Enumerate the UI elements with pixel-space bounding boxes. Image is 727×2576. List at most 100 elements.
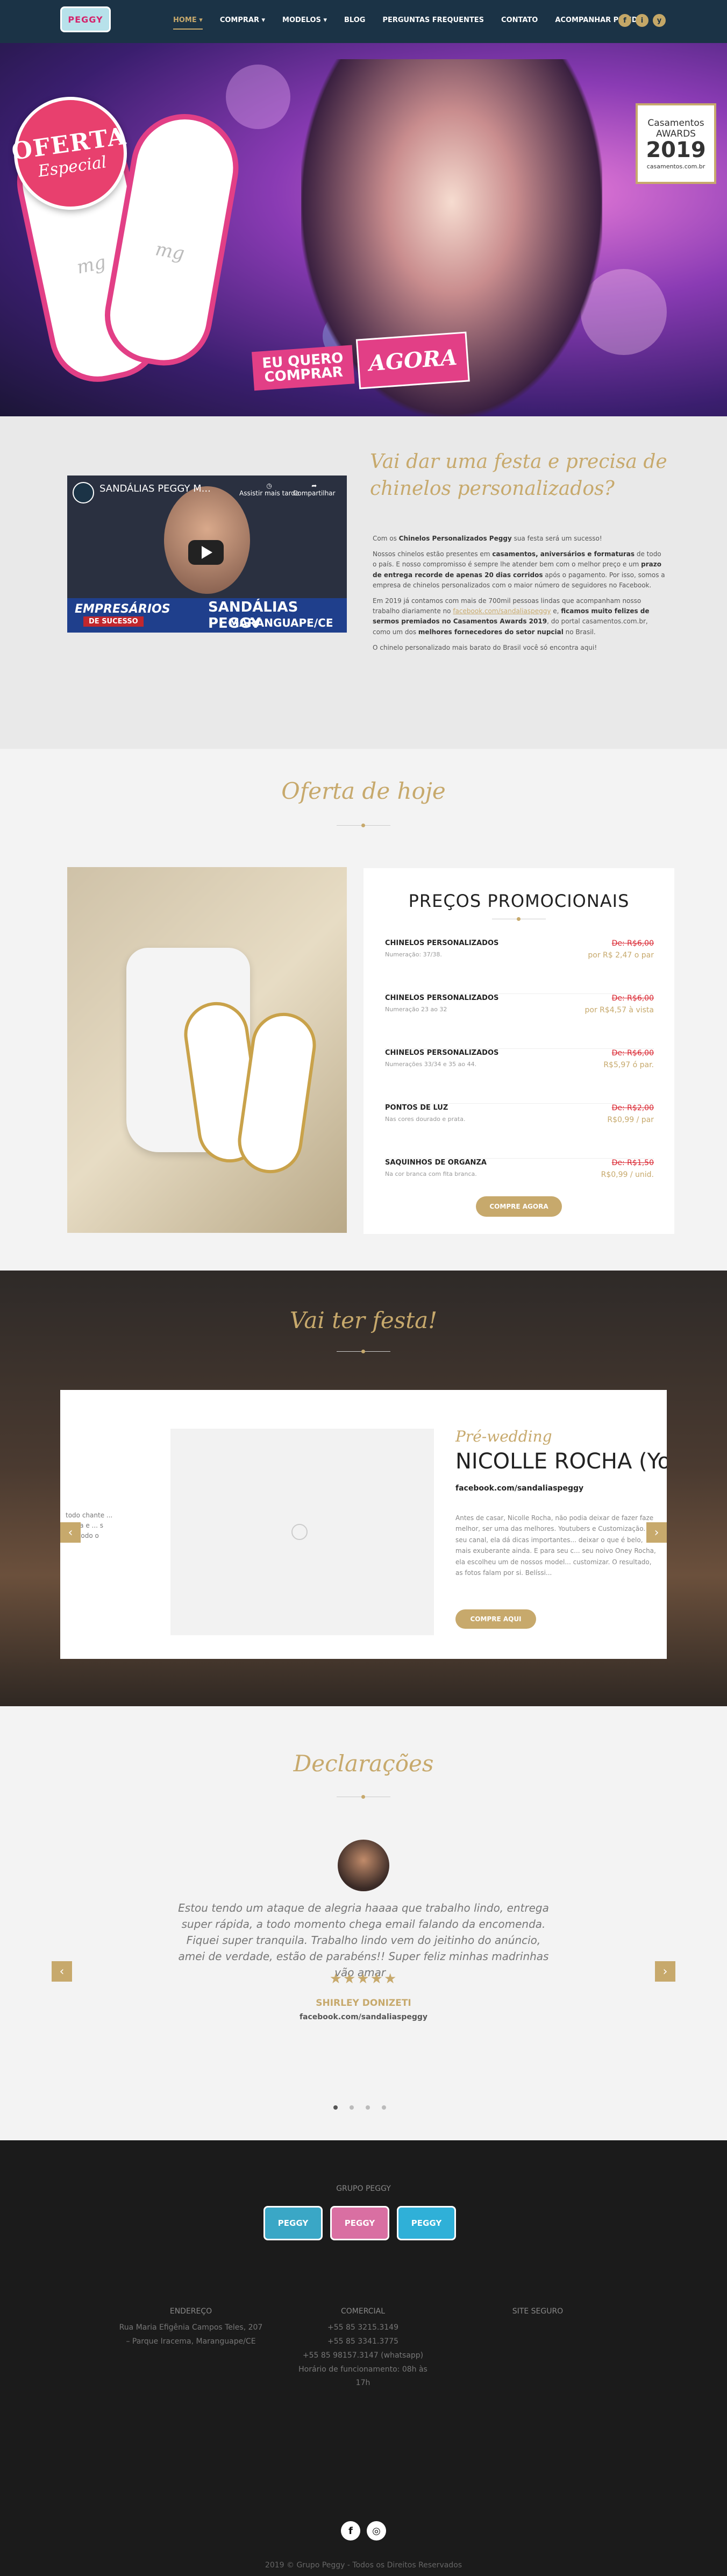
site-footer: GRUPO PEGGY PEGGY PEGGY PEGGY ENDEREÇO R… (0, 2140, 727, 2576)
phone[interactable]: +55 85 3215.3149 (290, 2321, 436, 2335)
award-line1: Casamentos (647, 117, 704, 129)
footer-heading: COMERCIAL (340, 2307, 386, 2316)
testimonial-author: SHIRLEY DONIZETI (316, 1998, 411, 2009)
chevron-left-icon[interactable]: ‹ (60, 1522, 81, 1543)
divider (337, 823, 390, 828)
header-social: f i y (618, 14, 666, 27)
phone[interactable]: +55 85 3341.3775 (290, 2335, 436, 2349)
old-price: De: R$6,00 (611, 994, 654, 1003)
buy-here-button[interactable]: COMPRE AQUI (455, 1609, 536, 1629)
instagram-icon[interactable]: i (636, 14, 648, 27)
video-title: SANDÁLIAS PEGGY M... (99, 483, 211, 494)
group-brands: PEGGY PEGGY PEGGY (263, 2206, 456, 2240)
testimonial-slider: todo chante ... ginha e ... s por todo o… (60, 1390, 667, 1659)
old-price: De: R$6,00 (611, 1049, 654, 1058)
copyright: 2019 © Grupo Peggy - Todos os Direitos R… (265, 2561, 462, 2570)
play-icon[interactable] (188, 540, 224, 565)
video-banner-right-sub: MARANGUAPE/CE (229, 616, 333, 629)
divider (337, 1794, 390, 1800)
text-bold: melhores fornecedores do setor nupcial (418, 628, 564, 636)
text-bold: casamentos, aniversários e formaturas (492, 550, 635, 558)
price-card-title: PREÇOS PROMOCIONAIS (408, 891, 630, 911)
group-label: GRUPO PEGGY (336, 2184, 391, 2193)
logo-text: PEGGY (68, 14, 103, 25)
carousel-dot[interactable] (333, 2105, 338, 2110)
carousel-dot[interactable] (350, 2105, 354, 2110)
old-price: De: R$2,00 (611, 1104, 654, 1112)
price-item-desc: Numerações 33/34 e 35 ao 44. (385, 1061, 477, 1068)
text: Nossos chinelos estão presentes em (373, 550, 493, 558)
intro-title: Vai dar uma festa e precisa de chinelos … (370, 451, 667, 500)
new-price: R$0,99 / par (607, 1116, 654, 1124)
facebook-icon[interactable]: f (341, 2521, 360, 2540)
footer-secure: SITE SEGURO (484, 2305, 591, 2321)
brand-logo[interactable]: PEGGY (263, 2206, 323, 2240)
text: Com os (373, 535, 399, 542)
nav-faq[interactable]: PERGUNTAS FREQUENTES (374, 16, 493, 24)
nav-contato[interactable]: CONTATO (493, 16, 546, 24)
chevron-right-icon[interactable]: › (655, 1961, 675, 1982)
nav-modelos[interactable]: MODELOS ▾ (274, 16, 336, 24)
price-item-name: CHINELOS PERSONALIZADOS (385, 994, 499, 1002)
channel-avatar (73, 482, 94, 503)
nav-blog[interactable]: BLOG (336, 16, 374, 24)
brand-logo[interactable]: PEGGY (330, 2206, 389, 2240)
address-line: Rua Maria Efigênia Campos Teles, 207 (119, 2323, 263, 2332)
testimonial-facebook[interactable]: facebook.com/sandaliaspeggy (0, 2013, 727, 2021)
hero-banner[interactable]: mg mg OFERTA Especial EU QUERO COMPRAR AG… (0, 43, 727, 416)
cta-left: EU QUERO COMPRAR (251, 345, 355, 391)
section-title: Declarações (293, 1750, 434, 1777)
slide-name: NICOLLE ROCHA (Youtuber) (455, 1449, 667, 1474)
text: e, (551, 607, 561, 615)
chevron-down-icon: ▾ (320, 16, 327, 24)
star-rating: ★★★★★ (329, 1971, 398, 1987)
carousel-dot[interactable] (382, 2105, 386, 2110)
new-price: por R$4,57 à vista (585, 1006, 654, 1014)
price-item-desc: Nas cores dourado e prata. (385, 1116, 466, 1123)
watch-later-button[interactable]: ◷ Assistir mais tarde (239, 482, 299, 497)
slide-facebook[interactable]: facebook.com/sandaliaspeggy (455, 1484, 583, 1493)
monogram: mg (154, 238, 187, 265)
price-item-name: SAQUINHOS DE ORGANZA (385, 1159, 487, 1167)
clock-icon: ◷ (266, 482, 272, 489)
award-site: casamentos.com.br (646, 162, 705, 170)
chevron-left-icon[interactable]: ‹ (52, 1961, 72, 1982)
text-bold: Chinelos Personalizados Peggy (398, 535, 512, 542)
footer-commercial: COMERCIAL +55 85 3215.3149 +55 85 3341.3… (290, 2305, 436, 2390)
facebook-icon[interactable]: f (618, 14, 631, 27)
nav-home[interactable]: HOME ▾ (165, 16, 211, 30)
chevron-right-icon[interactable]: › (646, 1522, 667, 1543)
price-row: SAQUINHOS DE ORGANZA Na cor branca com f… (385, 1159, 654, 1191)
share-button[interactable]: ➦ Compartilhar (293, 482, 336, 497)
intro-paragraph: Nossos chinelos estão presentes em casam… (373, 549, 666, 591)
buy-now-button[interactable]: COMPRE AGORA (476, 1196, 562, 1217)
carousel-dot[interactable] (366, 2105, 370, 2110)
footer-social: f ◎ (341, 2521, 386, 2540)
instagram-icon[interactable]: ◎ (367, 2521, 386, 2540)
nav-comprar[interactable]: COMPRAR ▾ (211, 16, 274, 24)
brand-logo[interactable]: PEGGY (397, 2206, 456, 2240)
old-price: De: R$6,00 (611, 939, 654, 948)
cta-right: AGORA (355, 331, 471, 389)
divider (492, 917, 546, 922)
facebook-link[interactable]: facebook.com/sandaliaspeggy (453, 607, 551, 615)
loading-icon (291, 1524, 308, 1540)
new-price: R$0,99 / unid. (601, 1170, 654, 1179)
address-line: – Parque Iracema, Maranguape/CE (126, 2337, 256, 2346)
testimonial-quote: Estou tendo um ataque de alegria haaaa q… (178, 1901, 549, 1979)
offer-section: Oferta de hoje PREÇOS PROMOCIONAIS CHINE… (0, 749, 727, 1271)
phone[interactable]: +55 85 98157.3147 (whatsapp) (290, 2349, 436, 2363)
youtube-video[interactable]: SANDÁLIAS PEGGY M... ◷ Assistir mais tard… (67, 476, 347, 633)
avatar (338, 1840, 389, 1891)
share-label: Compartilhar (293, 489, 336, 497)
intro-paragraph: Em 2019 já contamos com mais de 700mil p… (373, 596, 666, 637)
price-card: PREÇOS PROMOCIONAIS CHINELOS PERSONALIZA… (364, 868, 674, 1234)
peggy-logo[interactable]: PEGGY (60, 6, 111, 32)
price-row: CHINELOS PERSONALIZADOS Numeração: 37/38… (385, 939, 654, 994)
business-hours: Horário de funcionamento: 08h às 17h (298, 2365, 427, 2388)
video-banner-left-sub: DE SUCESSO (83, 616, 144, 627)
youtube-icon[interactable]: y (653, 14, 666, 27)
new-price: por R$ 2,47 o par (588, 951, 654, 960)
slide-image (170, 1429, 434, 1635)
nav-home-label: HOME (173, 16, 197, 24)
